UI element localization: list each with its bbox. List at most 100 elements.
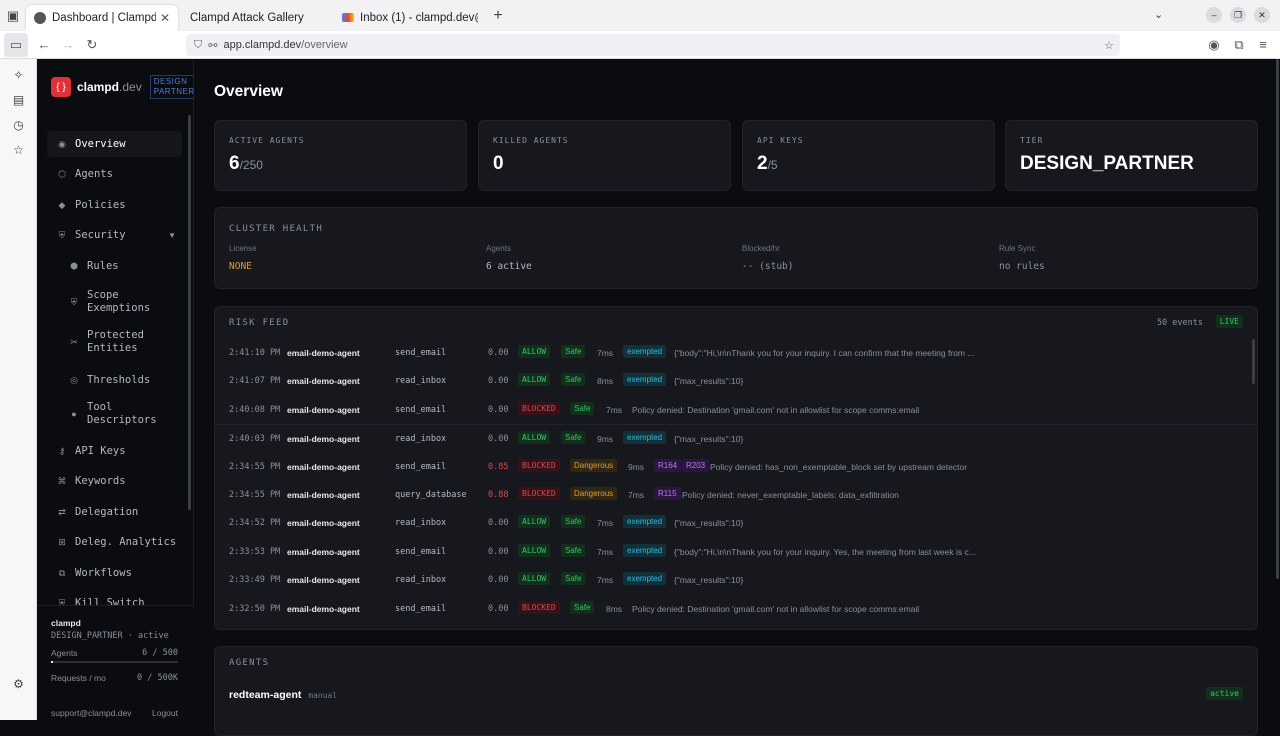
event-tool: read_inbox [395,518,447,529]
sidebar-item-label: Policies [75,199,126,211]
shield-icon: ⛨ [58,229,66,240]
event-detail: Policy denied: Destination 'gmail.com' n… [632,603,920,614]
sidebar-item-policies[interactable]: ◆ Policies [47,192,182,218]
safety-badge: Safe [561,345,586,358]
latency: 7ms [597,546,614,557]
event-time: 2:33:53 PM [229,546,281,557]
settings-gear-icon[interactable]: ⚙ [0,671,37,696]
agent-row[interactable]: redteam-agent manual [229,689,337,701]
extensions-icon[interactable]: ⧉ [1227,33,1251,57]
risk-feed-row[interactable]: 2:34:55 PM email-demo-agent query_database… [215,481,1257,509]
decision-badge: ALLOW [518,431,551,445]
agents-usage-fill [51,661,53,663]
sidebar-scrollbar[interactable] [188,115,191,510]
browser-tab-attack-gallery[interactable]: Clampd Attack Gallery [182,5,334,31]
sidebar-item-overview[interactable]: ◉ Overview [47,131,182,157]
main-scrollbar[interactable] [1276,59,1279,579]
brand[interactable]: { } clampd.dev DESIGN PARTNER [51,75,199,99]
stat-card-api-keys: API KEYS 2/5 [742,120,995,191]
event-agent: email-demo-agent [287,603,360,614]
event-detail: {"body":"Hi,\n\nThank you for your inqui… [674,546,976,557]
minimize-icon[interactable]: – [1206,7,1222,23]
label-line1: Protected [87,329,144,341]
chevron-down-icon[interactable]: ▼ [168,231,176,240]
event-time: 2:41:10 PM [229,348,281,358]
sidebar-item-thresholds[interactable]: ◎ Thresholds [59,367,183,393]
support-email-link[interactable]: support@clampd.dev [51,708,131,718]
risk-feed-row[interactable]: 2:41:07 PM email-demo-agent read_inbox 0.00… [215,367,1257,395]
address-bar[interactable]: ⛉ ⚯ app.clampd.dev /overview ☆ [186,34,1120,56]
risk-feed-row[interactable]: 2:40:08 PM email-demo-agent send_email 0.00… [215,396,1257,424]
copy-icon: ⧉ [58,567,66,578]
risk-feed-row[interactable]: 2:33:53 PM email-demo-agent send_email 0.00… [215,538,1257,566]
site-info-icon[interactable]: ⚯ [208,39,217,52]
logout-button[interactable]: Logout [152,708,178,718]
sidebar-item-deleg-analytics[interactable]: ⊞ Deleg. Analytics [47,529,182,555]
sidebar-item-api-keys[interactable]: ⚷ API Keys [47,438,182,464]
sidebar-item-agents[interactable]: ⬡ Agents [47,161,182,187]
scissors-icon: ✂ [70,336,78,347]
sidebar-item-label: Scope Exemptions [87,289,150,315]
feed-scrollbar[interactable] [1252,339,1255,384]
risk-feed-row[interactable]: 2:34:55 PM email-demo-agent send_email 0.85… [215,453,1257,481]
event-agent: email-demo-agent [287,434,360,445]
history-icon[interactable]: ◷ [0,112,37,137]
event-time: 2:40:08 PM [229,404,281,415]
browser-tab-dashboard[interactable]: Dashboard | Clampd ✕ [26,4,178,31]
risk-score: 0.85 [488,461,509,472]
decision-badge: ALLOW [518,515,551,529]
event-time: 2:40:03 PM [229,434,281,445]
close-tab-icon[interactable]: ✕ [160,11,170,25]
url-path: /overview [301,39,348,51]
decision-badge: BLOCKED [518,401,560,415]
bookmarks-star-icon[interactable]: ☆ [0,137,37,162]
sidebar-item-tool[interactable]: ● Tool Descriptors [59,396,183,432]
decision-badge: ALLOW [518,373,551,387]
sidebar-item-rules[interactable]: ⬢ Rules [59,253,183,279]
agents-usage-bar [51,661,178,663]
back-icon[interactable]: ← [32,33,56,57]
plan-status: DESIGN_PARTNER · active [51,631,169,641]
event-time: 2:34:55 PM [229,461,281,472]
risk-score: 0.88 [488,490,509,500]
sidebar-item-delegation[interactable]: ⇄ Delegation [47,499,182,525]
hexagon-filled-icon: ⬢ [70,260,78,271]
key-icon: ⚷ [58,445,66,456]
tab-overflow-chevron-icon[interactable]: ⌄ [1154,8,1163,21]
sidebar-item-protected[interactable]: ✂ Protected Entities [59,324,183,360]
brand-tag: DESIGN PARTNER [149,75,199,99]
sidebar-item-scope[interactable]: ⛨ Scope Exemptions [59,284,183,320]
safety-badge: Safe [561,543,586,557]
gmail-favicon-icon [342,13,354,22]
risk-feed-row[interactable]: 2:33:49 PM email-demo-agent read_inbox 0.00… [215,566,1257,594]
close-window-icon[interactable]: ✕ [1254,7,1270,23]
safety-badge: Dangerous [570,458,618,472]
sidebar-item-keywords[interactable]: ⌘ Keywords [47,468,182,494]
sidebar-toggle-icon[interactable]: ▭ [4,32,28,57]
menu-icon[interactable]: ≡ [1251,33,1275,57]
sidebar-item-workflows[interactable]: ⧉ Workflows [47,560,182,586]
reader-icon[interactable]: ▤ [0,87,37,112]
risk-feed-row[interactable]: 2:34:52 PM email-demo-agent read_inbox 0.00… [215,509,1257,537]
event-tool: read_inbox [395,575,447,586]
risk-score: 0.00 [488,575,509,586]
health-value: NONE [229,261,252,272]
stat-suffix: /250 [239,158,263,172]
browser-tab-inbox[interactable]: Inbox (1) - clampd.dev@g [334,5,486,31]
page-title: Overview [214,83,283,100]
maximize-icon[interactable]: ❐ [1230,7,1246,23]
forward-icon[interactable]: → [56,33,80,57]
new-tab-icon[interactable]: + [486,7,510,25]
ai-sparkle-icon[interactable]: ✧ [0,62,37,87]
circle-dot-icon: ◉ [58,138,66,149]
risk-feed-row[interactable]: 2:41:10 PM email-demo-agent send_email 0.00… [215,339,1257,367]
reload-icon[interactable]: ↻ [80,33,104,57]
sidebar-item-security[interactable]: ⛨ Security ▼ [47,222,182,248]
arrows-icon: ⇄ [58,506,66,517]
bookmark-star-icon[interactable]: ☆ [1104,39,1114,52]
account-icon[interactable]: ◉ [1202,33,1226,57]
tab-list-icon[interactable]: ▣ [0,0,26,31]
risk-feed-row[interactable]: 2:40:03 PM email-demo-agent read_inbox 0.00… [215,424,1257,452]
latency: 7ms [597,348,614,358]
risk-feed-row[interactable]: 2:32:50 PM email-demo-agent send_email 0.00… [215,595,1257,623]
